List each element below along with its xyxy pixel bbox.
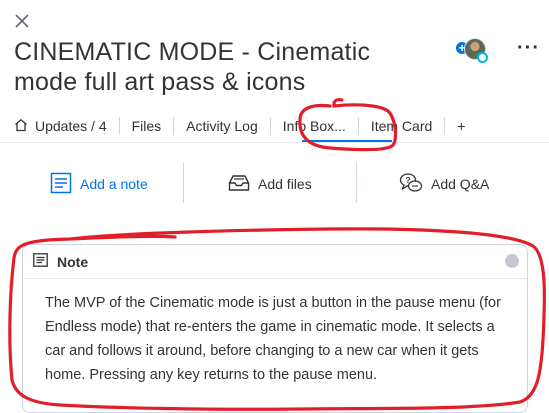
action-divider [183,163,184,203]
home-icon [14,118,28,135]
status-badge [477,52,488,63]
add-qa-label: Add Q&A [431,176,490,192]
tab-label: Item Card [370,118,433,134]
close-icon[interactable] [14,13,30,29]
tab-updates[interactable]: Updates / 4 [14,115,107,137]
add-note-label: Add a note [80,176,148,192]
tab-info-box[interactable]: Info Box... [283,115,346,137]
add-note-button[interactable]: Add a note [50,169,148,199]
tab-label: Activity Log [186,118,258,134]
tab-divider [269,117,271,135]
tab-label: Files [131,118,162,134]
tab-files[interactable]: Files [132,115,162,137]
inbox-icon [228,174,250,195]
tab-activity-log[interactable]: Activity Log [186,115,258,137]
tab-divider [357,117,359,135]
svg-text:?: ? [406,176,411,185]
add-qa-button[interactable]: ? Add Q&A [399,169,489,199]
add-files-label: Add files [258,176,312,192]
active-tab-indicator [302,140,392,142]
note-options-icon[interactable] [505,254,519,268]
qa-icon: ? [399,172,423,197]
tab-label: + [457,118,466,134]
add-files-button[interactable]: Add files [228,169,312,199]
tab-divider [118,117,120,135]
tab-item-card[interactable]: Item Card [371,115,432,137]
add-view-button[interactable]: + [457,115,465,137]
subscribers-widget[interactable]: + [455,38,489,64]
tabs-divider [0,142,549,143]
tab-label: Info Box... [282,118,346,134]
tab-divider [444,117,446,135]
info-box-actions: Add a note Add files ? Add Q&A [0,161,549,207]
note-header: Note [23,245,527,279]
page-title: CINEMATIC MODE - Cinematic mode full art… [14,38,371,96]
tab-label: Updates / 4 [35,118,107,134]
note-card[interactable]: Note The MVP of the Cinematic mode is ju… [22,244,528,413]
action-divider [356,163,357,203]
tab-divider [173,117,175,135]
note-title: Note [57,253,89,270]
more-icon[interactable]: ··· [517,38,539,60]
item-panel: CINEMATIC MODE - Cinematic mode full art… [0,0,549,413]
tab-bar: Updates / 4 Files Activity Log Info Box.… [14,112,465,140]
note-body: The MVP of the Cinematic mode is just a … [45,295,501,383]
note-icon [33,253,48,270]
note-icon [50,172,72,197]
